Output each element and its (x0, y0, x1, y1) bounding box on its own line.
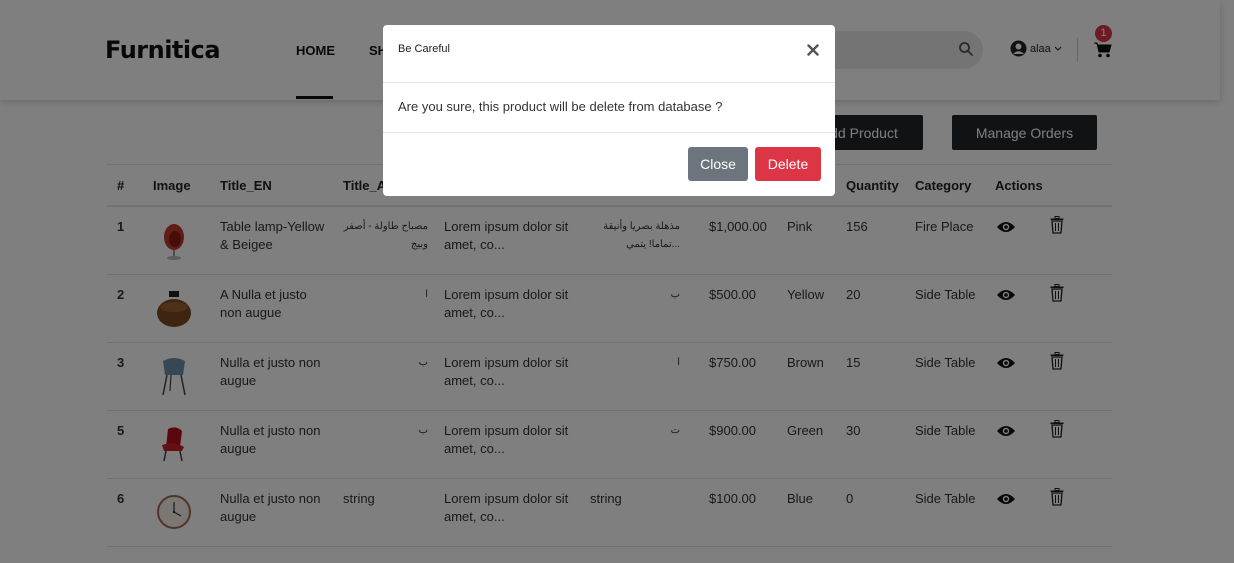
close-button[interactable]: Close (688, 147, 748, 181)
modal-header: Be Careful (383, 25, 835, 83)
delete-button[interactable]: Delete (755, 147, 821, 181)
close-icon[interactable] (807, 44, 819, 56)
modal-footer (383, 132, 835, 133)
delete-confirm-dialog: Be Careful Are you sure, this product wi… (383, 25, 835, 196)
modal-title: Be Careful (398, 43, 450, 55)
modal-message: Are you sure, this product will be delet… (398, 99, 723, 114)
